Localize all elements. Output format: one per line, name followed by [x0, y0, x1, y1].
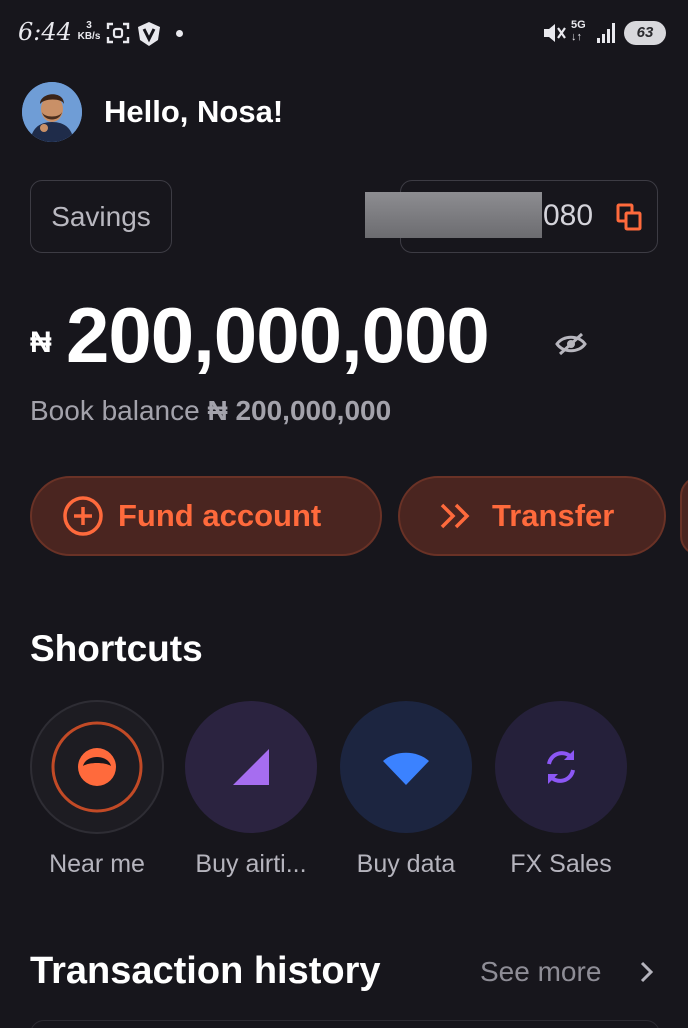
network-speed-value: 3: [86, 20, 92, 31]
wifi-icon: [340, 701, 472, 833]
battery-indicator: 63: [624, 21, 666, 45]
see-more-link[interactable]: See more: [480, 956, 601, 988]
chevron-right-icon[interactable]: [638, 960, 656, 984]
transfer-button[interactable]: Transfer: [398, 476, 666, 556]
more-actions-button[interactable]: [680, 476, 688, 556]
avatar-image: [22, 82, 82, 142]
notification-dot: [176, 30, 183, 37]
transfer-label: Transfer: [492, 498, 615, 533]
hide-balance-eye-icon[interactable]: [554, 330, 588, 358]
book-balance-value: ₦ 200,000,000: [207, 395, 392, 426]
shortcuts-title: Shortcuts: [30, 628, 203, 669]
plus-circle-icon: [63, 496, 103, 536]
greeting: Hello, Nosa!: [104, 94, 284, 129]
shortcut-label-fx-sales: FX Sales: [510, 850, 612, 878]
balance-currency: ₦: [30, 326, 52, 359]
vibrate-icon: [544, 24, 566, 42]
fund-account-button[interactable]: Fund account: [30, 476, 382, 556]
screenshot-icon: [106, 22, 130, 44]
network-type: 5G ↓↑: [571, 19, 586, 43]
transaction-card[interactable]: [30, 1020, 660, 1028]
shortcut-fx-sales[interactable]: [494, 700, 628, 834]
network-speed: 3 KB/s: [76, 20, 102, 42]
shortcut-label-buy-data: Buy data: [356, 850, 456, 878]
book-balance: Book balance ₦ 200,000,000: [30, 395, 391, 427]
airtime-icon: [185, 701, 317, 833]
shortcut-buy-airtime[interactable]: [184, 700, 318, 834]
signal-icon: [597, 23, 615, 43]
account-balance: 200,000,000: [66, 291, 490, 379]
shortcut-buy-data[interactable]: [339, 700, 473, 834]
near-me-icon: [30, 700, 164, 834]
account-type-selector[interactable]: Savings: [30, 180, 172, 253]
vpn-icon: [138, 22, 160, 46]
exchange-icon: [495, 701, 627, 833]
shortcut-label-buy-airtime: Buy airti...: [195, 850, 307, 878]
status-bar: 6:44 3 KB/s 5G ↓↑ 63: [0, 0, 688, 66]
fund-account-label: Fund account: [118, 498, 322, 533]
redacted-account-number: [365, 192, 542, 238]
double-chevron-right-icon: [440, 503, 470, 529]
shortcut-label-near-me: Near me: [49, 850, 145, 878]
status-time: 6:44: [18, 18, 72, 46]
copy-icon[interactable]: [616, 203, 642, 231]
book-balance-label: Book balance: [30, 395, 200, 426]
network-speed-unit: KB/s: [77, 31, 101, 42]
shortcut-near-me[interactable]: [30, 700, 164, 834]
avatar[interactable]: [22, 82, 82, 142]
account-number-suffix: 080: [543, 199, 594, 232]
transaction-history-title: Transaction history: [30, 950, 381, 992]
